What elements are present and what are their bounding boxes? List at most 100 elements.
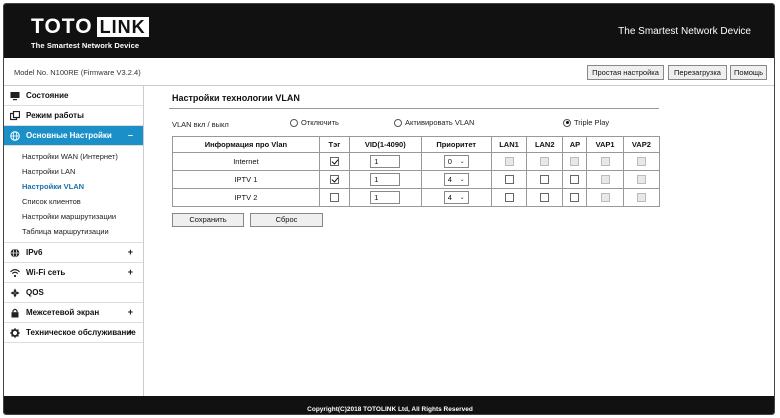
header-ap: AP <box>562 136 588 153</box>
collapse-icon[interactable]: – <box>128 130 133 140</box>
sidebar-item-wifi[interactable]: Wi-Fi сеть + <box>4 263 143 283</box>
priority-select[interactable]: 4 ⌄ <box>443 173 469 186</box>
sidebar-item-routing-table[interactable]: Таблица маршрутизации <box>4 224 143 239</box>
page-title: Настройки технологии VLAN <box>172 93 300 103</box>
priority-select[interactable]: 4 ⌄ <box>443 191 469 204</box>
lan2-checkbox <box>540 157 550 167</box>
header-vap1: VAP1 <box>586 136 624 153</box>
sidebar-item-wan[interactable]: Настройки WAN (Интернет) <box>4 149 143 164</box>
sidebar-item-label: Межсетевой экран <box>26 308 100 317</box>
header-lan2: LAN2 <box>526 136 564 153</box>
sidebar-item-clients[interactable]: Список клиентов <box>4 194 143 209</box>
expand-icon[interactable]: + <box>128 307 133 317</box>
header-vap2: VAP2 <box>622 136 661 153</box>
header-tag: Тэг <box>318 136 351 153</box>
sidebar-item-mode[interactable]: Режим работы <box>4 106 143 126</box>
tag-checkbox[interactable] <box>329 193 339 203</box>
sidebar-item-label: Wi-Fi сеть <box>26 268 66 277</box>
footer: Copyright(C)2018 TOTOLINK Ltd, All Right… <box>4 396 774 414</box>
chevron-down-icon: ⌄ <box>459 159 465 165</box>
vap1-checkbox <box>600 157 610 167</box>
help-button[interactable]: Помощь <box>730 65 767 80</box>
tag-checkbox[interactable] <box>329 157 339 167</box>
sidebar-item-firewall[interactable]: Межсетевой экран + <box>4 303 143 323</box>
vid-input[interactable]: 1 <box>370 173 401 186</box>
sidebar-item-maintenance[interactable]: Техническое обслуживание + <box>4 323 143 343</box>
sidebar-item-routing-settings[interactable]: Настройки маршрутизации <box>4 209 143 224</box>
row-name: IPTV 1 <box>172 170 320 189</box>
vlan-mode-row: VLAN вкл / выкл Отключить Активировать V… <box>172 118 662 130</box>
radio-label: Triple Play <box>574 118 610 127</box>
sidebar-item-label: QOS <box>26 288 44 297</box>
sidebar-item-status[interactable]: Состояние <box>4 86 143 106</box>
tag-checkbox[interactable] <box>329 175 339 185</box>
totolink-logo: TOTO LINK The Smartest Network Device <box>31 16 155 50</box>
gear-icon <box>10 327 20 338</box>
sidebar-item-qos[interactable]: QOS <box>4 283 143 303</box>
radio-circle[interactable] <box>290 118 298 127</box>
header-priority: Приоритет <box>420 136 492 153</box>
reboot-button[interactable]: Перезагрузка <box>668 65 727 80</box>
sidebar-item-label: Состояние <box>26 91 69 100</box>
priority-value: 4 <box>447 175 452 184</box>
monitor-icon <box>10 91 20 100</box>
model-text: Model No. N100RE (Firmware V3.2.4) <box>14 68 141 77</box>
expand-icon[interactable]: + <box>128 267 133 277</box>
sidebar: Состояние Режим работы Основные Настройк… <box>4 86 144 396</box>
sidebar-item-vlan[interactable]: Настройки VLAN <box>4 179 143 194</box>
chevron-down-icon: ⌄ <box>459 177 465 183</box>
sidebar-item-basic-settings[interactable]: Основные Настройки – <box>4 126 143 146</box>
windows-icon <box>10 110 20 120</box>
model-bar: Model No. N100RE (Firmware V3.2.4) Прост… <box>4 58 774 86</box>
ap-checkbox[interactable] <box>570 175 580 185</box>
table-row: Internet 1 0 ⌄ <box>172 152 661 171</box>
vap1-checkbox <box>600 193 610 203</box>
save-button[interactable]: Сохранить <box>172 213 244 227</box>
radio-triple-play[interactable]: Triple Play <box>563 118 609 127</box>
radio-label: Активировать VLAN <box>405 118 475 127</box>
sidebar-item-label: IPv6 <box>26 248 43 257</box>
row-name: IPTV 2 <box>172 188 320 207</box>
header-vid: VID(1-4090) <box>349 136 422 153</box>
lock-icon <box>11 308 19 317</box>
radio-circle[interactable] <box>563 118 571 127</box>
lan1-checkbox[interactable] <box>504 175 514 185</box>
vid-input[interactable]: 1 <box>370 155 401 168</box>
header-vlan-info: Информация про Vlan <box>172 136 320 153</box>
radio-enable-vlan[interactable]: Активировать VLAN <box>394 118 474 127</box>
globe-icon <box>10 130 20 141</box>
logo-link: LINK <box>96 17 149 37</box>
copyright-text: Copyright(C)2018 TOTOLINK Ltd, All Right… <box>307 406 473 413</box>
vap1-checkbox <box>600 175 610 185</box>
expand-icon[interactable]: + <box>128 327 133 337</box>
header: TOTO LINK The Smartest Network Device Th… <box>4 4 774 58</box>
qos-icon <box>10 288 20 297</box>
ap-checkbox[interactable] <box>570 193 580 203</box>
reset-button[interactable]: Сброс <box>250 213 323 227</box>
row-name: Internet <box>172 152 320 171</box>
priority-value: 0 <box>447 157 452 166</box>
vap2-checkbox <box>636 193 646 203</box>
vid-input[interactable]: 1 <box>370 191 401 204</box>
globe-icon <box>10 247 20 258</box>
table-header-row: Информация про Vlan Тэг VID(1-4090) Прио… <box>172 136 661 153</box>
radio-circle[interactable] <box>394 118 402 127</box>
radio-disable-vlan[interactable]: Отключить <box>290 118 339 127</box>
lan2-checkbox[interactable] <box>540 175 550 185</box>
router-admin-window: TOTO LINK The Smartest Network Device Th… <box>3 3 775 415</box>
vlan-table: Информация про Vlan Тэг VID(1-4090) Прио… <box>172 136 661 207</box>
lan1-checkbox[interactable] <box>504 193 514 203</box>
sidebar-item-ipv6[interactable]: IPv6 + <box>4 243 143 263</box>
basic-settings-submenu: Настройки WAN (Интернет) Настройки LAN Н… <box>4 146 143 243</box>
priority-select[interactable]: 0 ⌄ <box>443 155 469 168</box>
sidebar-item-label: Техническое обслуживание <box>26 328 136 337</box>
sidebar-item-label: Основные Настройки <box>26 131 112 140</box>
quick-setup-button[interactable]: Простая настройка <box>587 65 664 80</box>
lan2-checkbox[interactable] <box>540 193 550 203</box>
table-row: IPTV 2 1 4 ⌄ <box>172 188 661 207</box>
expand-icon[interactable]: + <box>128 247 133 257</box>
sidebar-item-lan[interactable]: Настройки LAN <box>4 164 143 179</box>
sidebar-item-label: Режим работы <box>26 111 84 120</box>
lan1-checkbox <box>504 157 514 167</box>
title-divider <box>169 108 659 109</box>
